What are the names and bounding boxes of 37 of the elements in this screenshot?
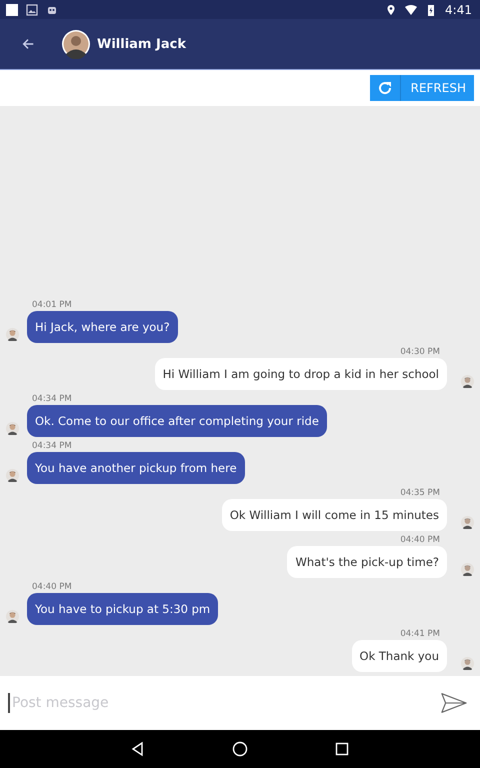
message-time: 04:30 PM xyxy=(400,347,440,358)
home-icon[interactable] xyxy=(232,741,248,757)
avatar xyxy=(461,657,474,670)
message-bubble: Hi William I am going to drop a kid in her school xyxy=(154,358,447,390)
message-bubble: Ok. Come to our office after completing your ride xyxy=(27,405,327,437)
message-time: 04:34 PM xyxy=(32,441,72,452)
avatar xyxy=(6,610,19,623)
wifi-icon xyxy=(405,4,418,16)
message-time: 04:35 PM xyxy=(400,488,440,499)
avatar xyxy=(461,563,474,576)
message-bubble: What's the pick-up time? xyxy=(287,546,447,578)
message-bubble: You have to pickup at 5:30 pm xyxy=(27,593,218,625)
location-icon xyxy=(385,4,398,16)
message-time: 04:40 PM xyxy=(32,582,72,593)
avatar xyxy=(6,328,19,341)
message-bubble: Hi Jack, where are you? xyxy=(27,311,178,343)
image-icon xyxy=(26,4,38,16)
send-button[interactable] xyxy=(440,691,468,715)
recents-icon[interactable] xyxy=(334,741,350,757)
contact-name: William Jack xyxy=(97,36,186,52)
message-field[interactable]: Post message xyxy=(8,693,440,713)
message-bubble: You have another pickup from here xyxy=(27,452,245,484)
back-arrow-icon[interactable] xyxy=(21,37,35,51)
avatar xyxy=(461,375,474,388)
avatar xyxy=(6,422,19,435)
avatar xyxy=(461,516,474,529)
avatar xyxy=(6,469,19,482)
clock: 4:41 xyxy=(445,2,472,16)
message-time: 04:01 PM xyxy=(32,300,72,311)
message-time: 04:41 PM xyxy=(400,629,440,640)
notification-icon xyxy=(6,4,18,16)
avatar xyxy=(61,29,91,59)
message-bubble: Ok William I will come in 15 minutes xyxy=(222,499,447,531)
refresh-button[interactable]: REFRESH xyxy=(370,75,474,101)
message-bubble: Ok Thank you xyxy=(352,640,447,672)
message-time: 04:40 PM xyxy=(400,535,440,546)
message-time: 04:34 PM xyxy=(32,394,72,405)
